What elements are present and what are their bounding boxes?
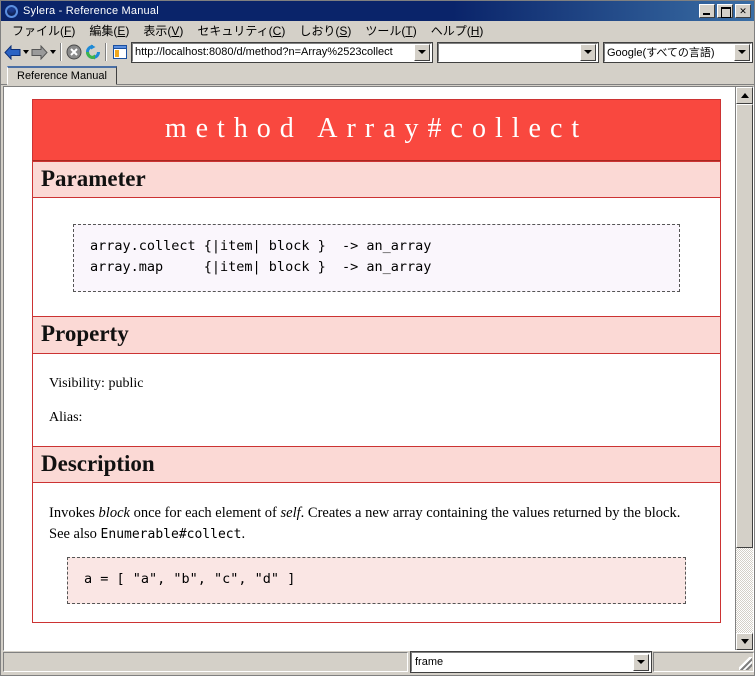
reload-button[interactable]	[84, 42, 103, 63]
section-body-property: Visibility: public Alias:	[33, 354, 720, 446]
page-content: method Array#collect Parameter array.col…	[4, 87, 736, 650]
search-engine-select[interactable]: Google(すべての言語)	[602, 41, 753, 63]
section-body-parameter: array.collect {|item| block } -> an_arra…	[33, 198, 720, 316]
description-paragraph: Invokes block once for each element of s…	[49, 505, 681, 543]
window-title: Sylera - Reference Manual	[23, 5, 159, 17]
back-arrow-icon	[4, 44, 21, 60]
back-dropdown-caret[interactable]	[22, 42, 30, 63]
status-message-pane	[3, 652, 408, 672]
menu-tools[interactable]: ツール(T)	[358, 21, 423, 40]
close-icon: ✕	[739, 6, 747, 16]
tab-label: Reference Manual	[17, 70, 107, 82]
home-button[interactable]	[110, 42, 129, 63]
scroll-up-button[interactable]	[736, 87, 753, 104]
frame-value: frame	[415, 656, 444, 668]
close-button[interactable]: ✕	[735, 4, 751, 18]
frame-dropdown-icon[interactable]	[633, 653, 649, 671]
tab-strip: Reference Manual	[1, 64, 754, 85]
property-alias: Alias:	[49, 409, 83, 425]
scroll-up-icon	[740, 93, 749, 98]
section-heading-property: Property	[33, 316, 720, 354]
page-home-icon	[112, 45, 127, 59]
stop-button[interactable]	[65, 42, 84, 63]
address-bar[interactable]: http://localhost:8080/d/method?n=Array%2…	[130, 41, 433, 63]
frame-select[interactable]: frame	[410, 651, 652, 673]
scroll-track[interactable]	[736, 104, 753, 633]
title-bar: Sylera - Reference Manual ✕	[1, 1, 754, 21]
stop-icon	[66, 44, 82, 60]
property-visibility: Visibility: public	[49, 375, 144, 391]
search-input[interactable]	[436, 41, 599, 63]
menu-file[interactable]: ファイル(F)	[5, 21, 82, 40]
browser-viewport: method Array#collect Parameter array.col…	[3, 86, 754, 651]
menu-bar: ファイル(F) 編集(E) 表示(V) セキュリティ(C) しおり(S) ツール…	[1, 21, 754, 40]
status-bar: frame	[3, 651, 754, 673]
vertical-scroll-thumb[interactable]	[736, 104, 753, 549]
forward-button[interactable]	[30, 42, 49, 63]
vertical-scrollbar[interactable]	[736, 87, 753, 650]
description-code-block: a = [ "a", "b", "c", "d" ]	[67, 557, 686, 605]
engine-dropdown-icon[interactable]	[733, 43, 750, 61]
minimize-button[interactable]	[699, 4, 715, 18]
window-controls: ✕	[699, 4, 751, 18]
maximize-button[interactable]	[717, 4, 733, 18]
sylera-logo-icon	[4, 4, 19, 19]
navigation-toolbar: http://localhost:8080/d/method?n=Array%2…	[1, 40, 754, 64]
menu-view[interactable]: 表示(V)	[136, 21, 190, 40]
menu-bookmarks[interactable]: しおり(S)	[292, 21, 358, 40]
back-button[interactable]	[3, 42, 22, 63]
forward-arrow-icon	[31, 44, 48, 60]
toolbar-separator-2	[105, 43, 108, 61]
search-dropdown-icon[interactable]	[579, 43, 596, 61]
section-heading-parameter: Parameter	[33, 161, 720, 199]
menu-help[interactable]: ヘルプ(H)	[424, 21, 491, 40]
menu-edit[interactable]: 編集(E)	[82, 21, 136, 40]
page-title: method Array#collect	[32, 99, 721, 161]
browser-window: Sylera - Reference Manual ✕ ファイル(F) 編集(E…	[0, 0, 755, 676]
scroll-down-button[interactable]	[736, 633, 753, 650]
scroll-down-icon	[740, 639, 749, 644]
search-engine-value: Google(すべての言語)	[606, 47, 715, 59]
tab-reference-manual[interactable]: Reference Manual	[7, 66, 117, 85]
section-heading-description: Description	[33, 445, 720, 484]
section-body-description: Invokes block once for each element of s…	[33, 483, 720, 622]
address-value: http://localhost:8080/d/method?n=Array%2…	[134, 46, 393, 58]
forward-dropdown-caret[interactable]	[49, 42, 57, 63]
resize-grip-icon[interactable]	[739, 657, 752, 670]
toolbar-separator	[60, 43, 63, 61]
address-dropdown-icon[interactable]	[413, 43, 430, 61]
reload-icon	[86, 44, 101, 60]
doc-body: Parameter array.collect {|item| block } …	[32, 161, 721, 624]
parameter-code-block: array.collect {|item| block } -> an_arra…	[73, 224, 680, 293]
status-extra-pane	[653, 652, 754, 672]
menu-security[interactable]: セキュリティ(C)	[190, 21, 292, 40]
